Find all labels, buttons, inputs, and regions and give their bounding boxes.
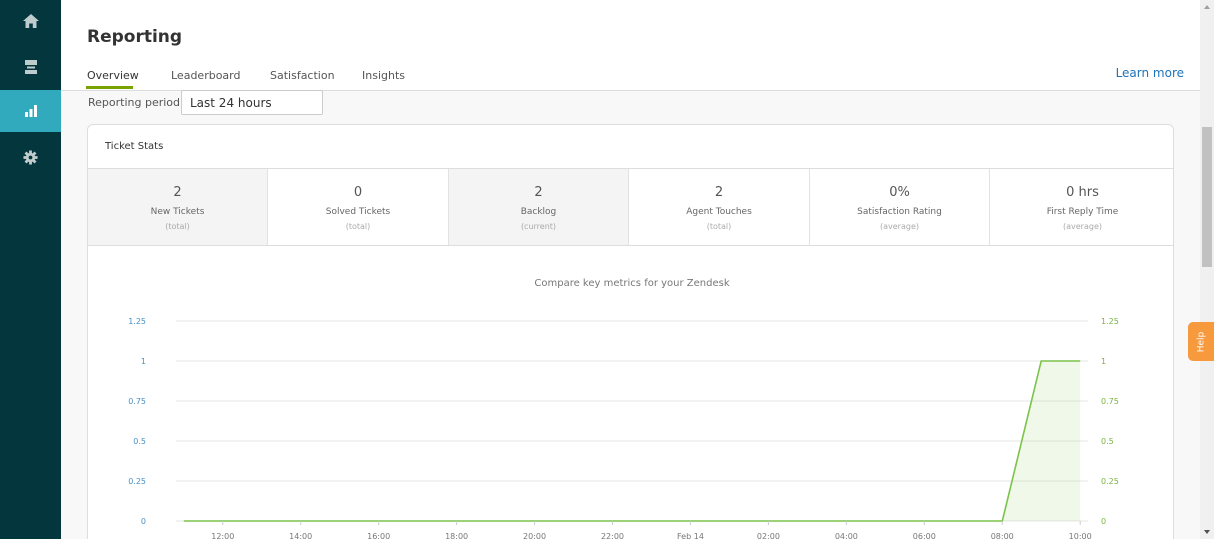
tab-overview[interactable]: Overview: [87, 69, 139, 82]
x-axis-tick-label: 18:00: [445, 532, 468, 539]
gear-icon: [23, 149, 38, 165]
right-axis-tick-label: 0.75: [1101, 397, 1119, 406]
x-axis-tick-label: 22:00: [601, 532, 624, 539]
reporting-icon: [24, 105, 37, 117]
help-button[interactable]: Help: [1188, 322, 1214, 361]
x-axis-tick-label: 06:00: [913, 532, 936, 539]
x-axis-tick-label: Feb 14: [677, 532, 704, 539]
nav-home[interactable]: [0, 0, 61, 42]
chart-grid: [176, 320, 1088, 522]
right-axis: 1.25 1 0.75 0.5 0.25 0: [1101, 317, 1119, 526]
x-axis-tick-label: 16:00: [367, 532, 390, 539]
x-axis-tick-label: 14:00: [289, 532, 312, 539]
learn-more-link[interactable]: Learn more: [1116, 66, 1184, 80]
metrics-chart: Compare key metrics for your Zendesk 1.2…: [128, 278, 1119, 539]
reporting-period-label: Reporting period:: [88, 96, 184, 109]
scrollbar[interactable]: [1200, 0, 1214, 539]
nav-reporting[interactable]: [0, 90, 61, 132]
tab-insights[interactable]: Insights: [362, 69, 405, 82]
scroll-down-arrow-icon[interactable]: [1200, 525, 1214, 539]
right-axis-tick-label: 0: [1101, 517, 1106, 526]
x-axis-tick-label: 12:00: [211, 532, 234, 539]
header: Reporting Overview Leaderboard Satisfact…: [61, 0, 1200, 91]
left-axis-tick-label: 0.25: [128, 477, 146, 486]
left-axis-tick-label: 1: [141, 357, 146, 366]
left-axis-tick-label: 0.75: [128, 397, 146, 406]
nav-admin[interactable]: [0, 136, 61, 178]
left-axis-tick-label: 0: [141, 517, 146, 526]
right-axis-tick-label: 1.25: [1101, 317, 1119, 326]
x-axis: 12:00 14:00 16:00 18:00 20:00 22:00 Feb 14 02:0…: [211, 521, 1092, 539]
x-axis-tick-label: 02:00: [757, 532, 780, 539]
home-icon: [22, 14, 39, 28]
right-axis-tick-label: 1: [1101, 357, 1106, 366]
x-axis-tick-label: 08:00: [991, 532, 1014, 539]
tab-leaderboard[interactable]: Leaderboard: [171, 69, 240, 82]
scroll-thumb[interactable]: [1202, 127, 1212, 267]
main-content: Reporting Overview Leaderboard Satisfact…: [61, 0, 1200, 539]
scroll-up-arrow-icon[interactable]: [1200, 0, 1214, 14]
right-axis-tick-label: 0.25: [1101, 477, 1119, 486]
reporting-period-select[interactable]: Last 24 hours: [181, 90, 323, 115]
right-axis-tick-label: 0.5: [1101, 437, 1114, 446]
chart-title: Compare key metrics for your Zendesk: [534, 278, 729, 289]
x-axis-tick-label: 20:00: [523, 532, 546, 539]
sidebar: [0, 0, 61, 539]
tab-satisfaction[interactable]: Satisfaction: [270, 69, 335, 82]
help-label: Help: [1196, 331, 1206, 352]
nav-views[interactable]: [0, 46, 61, 88]
x-axis-tick-label: 04:00: [835, 532, 858, 539]
left-axis-tick-label: 1.25: [128, 317, 146, 326]
active-tab-indicator: [86, 86, 133, 89]
x-axis-tick-label: 10:00: [1069, 532, 1092, 539]
left-axis-tick-label: 0.5: [133, 437, 146, 446]
page-title: Reporting: [87, 27, 183, 47]
ticket-stats-panel: Ticket Stats 2 New Tickets (total) 0 Sol…: [87, 124, 1174, 539]
left-axis: 1.25 1 0.75 0.5 0.25 0: [128, 317, 146, 526]
views-icon: [24, 60, 37, 74]
